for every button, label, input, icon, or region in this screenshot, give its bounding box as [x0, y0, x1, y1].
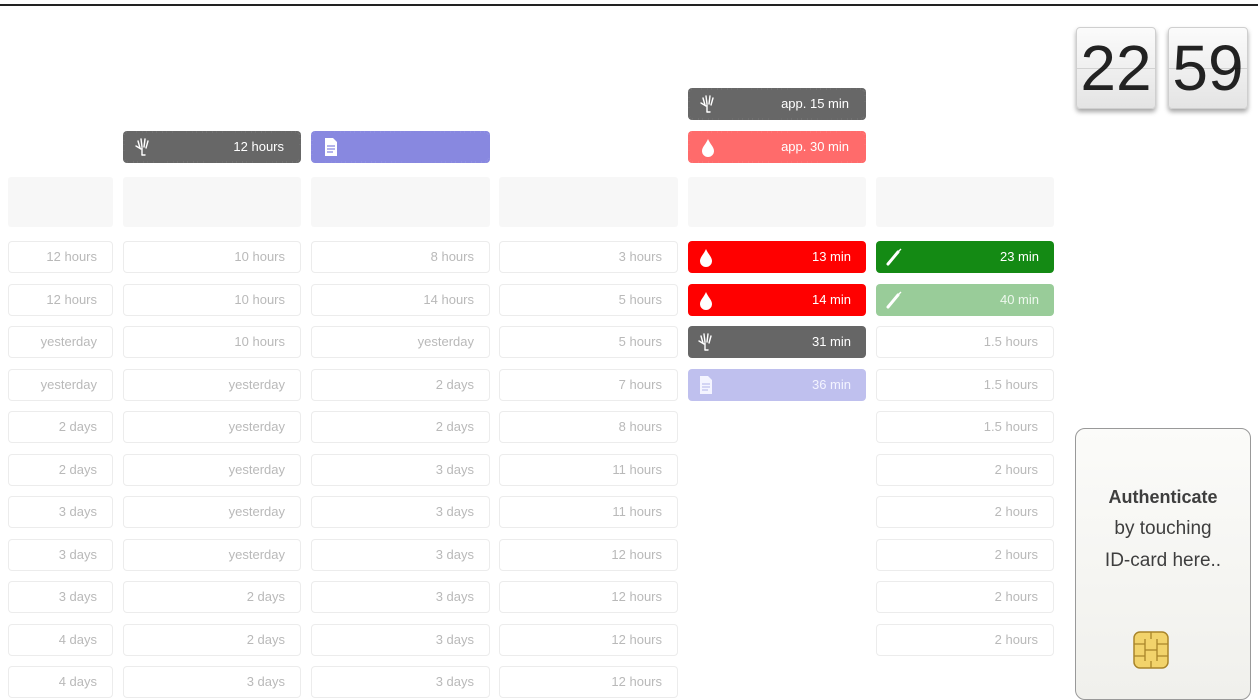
blood-drop-icon [702, 139, 714, 157]
blood-drop-icon [700, 292, 712, 310]
queue-cell[interactable]: 10 hours [123, 326, 301, 358]
queue-cell[interactable]: 1.5 hours [876, 411, 1054, 443]
pending-label: app. 30 min [781, 139, 849, 154]
queue-cell[interactable]: 2 days [311, 411, 490, 443]
smart-card-chip-icon [1133, 631, 1169, 669]
queue-cell[interactable]: 8 hours [311, 241, 490, 273]
column-header [123, 177, 301, 227]
active-blood-cell[interactable]: 14 min [688, 284, 866, 316]
clock-minutes: 59 [1168, 27, 1248, 109]
queue-cell[interactable]: 3 days [8, 539, 113, 571]
queue-cell[interactable]: 2 hours [876, 496, 1054, 528]
queue-cell[interactable]: 7 hours [499, 369, 678, 401]
pending-label: app. 15 min [781, 96, 849, 111]
queue-cell[interactable]: 11 hours [499, 496, 678, 528]
column-header [311, 177, 490, 227]
column-header [8, 177, 113, 227]
queue-cell[interactable]: 2 hours [876, 624, 1054, 656]
pending-xray-card[interactable]: app. 15 min [688, 88, 866, 120]
queue-cell[interactable]: 1.5 hours [876, 369, 1054, 401]
queue-cell[interactable]: 5 hours [499, 326, 678, 358]
auth-instruction-line-1: by touching [1114, 518, 1212, 539]
queue-cell[interactable]: 14 hours [311, 284, 490, 316]
queue-cell[interactable]: 3 days [8, 581, 113, 613]
syringe-icon [886, 291, 902, 309]
queue-cell[interactable]: 3 days [8, 496, 113, 528]
queue-cell[interactable]: 2 days [123, 581, 301, 613]
pending-label: 12 hours [233, 139, 284, 154]
pending-document-card[interactable] [311, 131, 490, 163]
queue-cell[interactable]: yesterday [123, 411, 301, 443]
queue-cell[interactable]: yesterday [123, 454, 301, 486]
queue-cell[interactable]: 3 days [311, 666, 490, 698]
auth-instruction-line-2: ID-card here.. [1104, 550, 1222, 571]
xray-hand-icon [700, 95, 714, 113]
queue-cell[interactable]: 2 days [123, 624, 301, 656]
auth-title: Authenticate [1108, 487, 1218, 507]
cell-label: 40 min [999, 292, 1039, 307]
queue-cell[interactable]: 12 hours [8, 241, 113, 273]
queue-cell[interactable]: 2 hours [876, 539, 1054, 571]
queue-cell[interactable]: 2 hours [876, 454, 1054, 486]
clock-hours: 22 [1076, 27, 1156, 109]
pending-xray-card[interactable]: 12 hours [123, 131, 301, 163]
queue-cell[interactable]: 3 days [311, 454, 490, 486]
queue-cell[interactable]: 3 days [311, 496, 490, 528]
cell-label: 14 min [811, 292, 851, 307]
queue-cell[interactable]: 12 hours [499, 666, 678, 698]
column-header [499, 177, 678, 227]
queue-cell[interactable]: 5 hours [499, 284, 678, 316]
queue-cell[interactable]: 3 hours [499, 241, 678, 273]
cell-label: 31 min [811, 334, 851, 349]
document-icon [325, 138, 337, 156]
queue-cell[interactable]: 8 hours [499, 411, 678, 443]
queue-cell[interactable]: 11 hours [499, 454, 678, 486]
queue-cell[interactable]: 3 days [311, 539, 490, 571]
pending-blood-card[interactable]: app. 30 min [688, 131, 866, 163]
active-injection-cell[interactable]: 40 min [876, 284, 1054, 316]
queue-cell[interactable]: 2 days [8, 454, 113, 486]
queue-cell[interactable]: 12 hours [499, 624, 678, 656]
queue-cell[interactable]: yesterday [123, 369, 301, 401]
active-injection-cell[interactable]: 23 min [876, 241, 1054, 273]
document-icon [700, 376, 712, 394]
cell-label: 23 min [999, 249, 1039, 264]
column-header [876, 177, 1054, 227]
queue-cell[interactable]: 3 days [311, 624, 490, 656]
queue-cell[interactable]: 12 hours [8, 284, 113, 316]
queue-cell[interactable]: 10 hours [123, 241, 301, 273]
active-blood-cell[interactable]: 13 min [688, 241, 866, 273]
queue-cell[interactable]: 12 hours [499, 539, 678, 571]
cell-label: 13 min [811, 249, 851, 264]
blood-drop-icon [700, 249, 712, 267]
xray-hand-icon [135, 138, 149, 156]
queue-cell[interactable]: yesterday [8, 326, 113, 358]
queue-cell[interactable]: 2 hours [876, 581, 1054, 613]
queue-cell[interactable]: 2 days [311, 369, 490, 401]
queue-cell[interactable]: 4 days [8, 666, 113, 698]
queue-cell[interactable]: yesterday [8, 369, 113, 401]
top-border [0, 0, 1258, 6]
active-document-cell[interactable]: 36 min [688, 369, 866, 401]
column-header [688, 177, 866, 227]
queue-cell[interactable]: 4 days [8, 624, 113, 656]
queue-cell[interactable]: yesterday [123, 539, 301, 571]
queue-cell[interactable]: yesterday [311, 326, 490, 358]
id-card-reader-panel[interactable]: Authenticate by touching ID-card here.. [1075, 428, 1251, 700]
xray-hand-icon [698, 333, 712, 351]
syringe-icon [886, 248, 902, 266]
queue-cell[interactable]: yesterday [123, 496, 301, 528]
queue-cell[interactable]: 3 days [311, 581, 490, 613]
queue-cell[interactable]: 2 days [8, 411, 113, 443]
queue-cell[interactable]: 10 hours [123, 284, 301, 316]
queue-cell[interactable]: 3 days [123, 666, 301, 698]
queue-cell[interactable]: 12 hours [499, 581, 678, 613]
cell-label: 36 min [811, 377, 851, 392]
active-xray-cell[interactable]: 31 min [688, 326, 866, 358]
queue-cell[interactable]: 1.5 hours [876, 326, 1054, 358]
